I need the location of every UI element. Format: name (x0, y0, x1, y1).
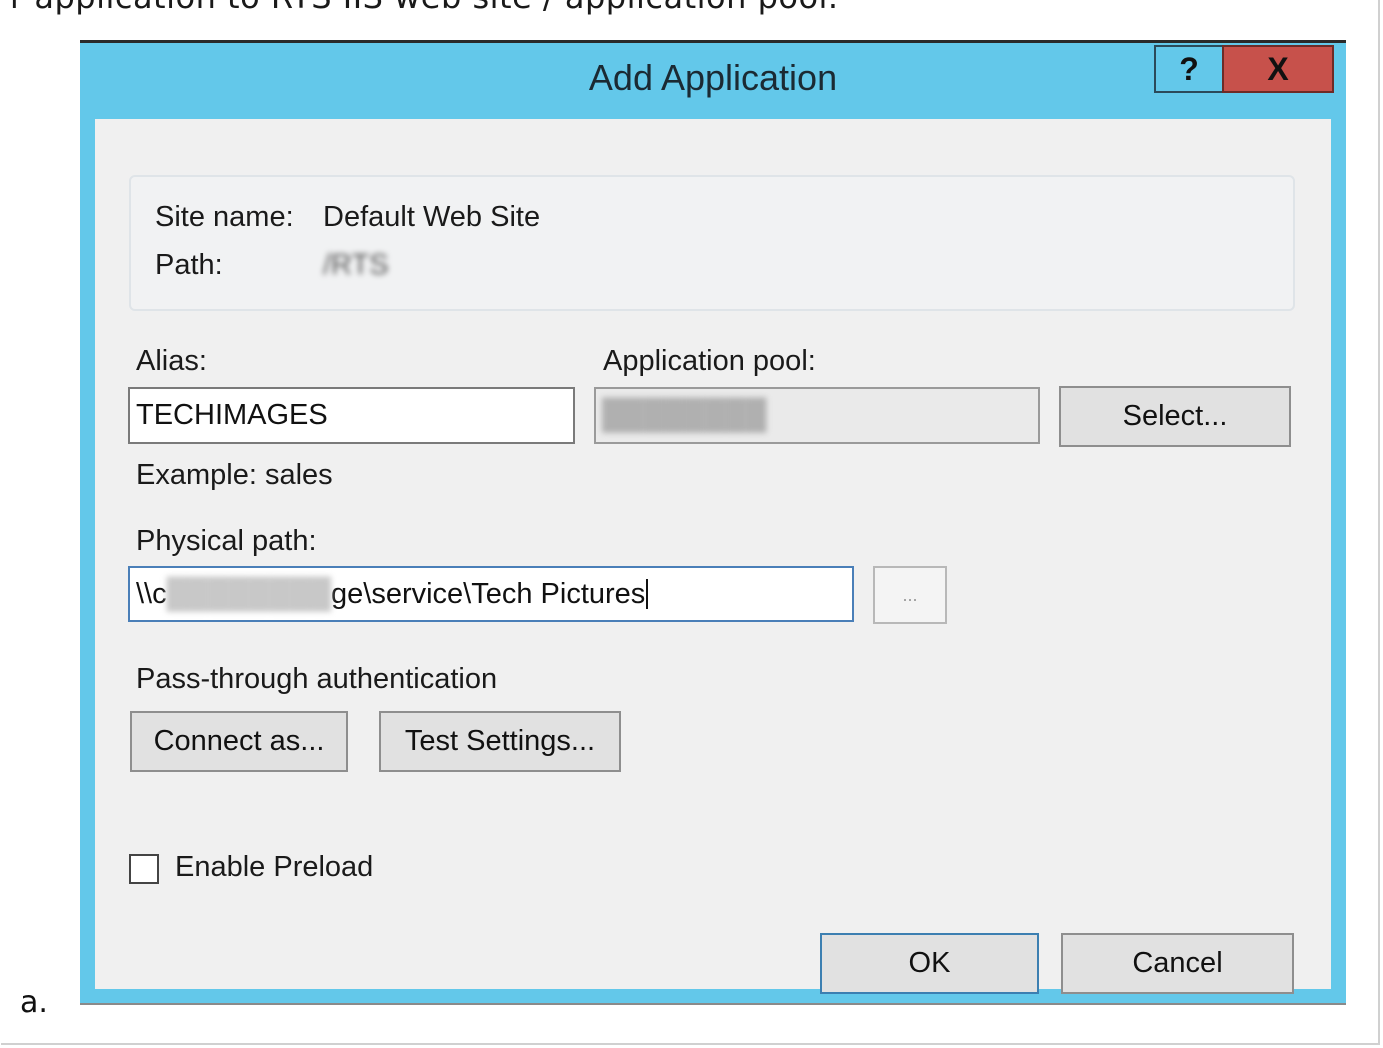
step-marker: a. (20, 985, 48, 1020)
test-settings-button[interactable]: Test Settings... (379, 711, 621, 772)
select-button[interactable]: Select... (1059, 386, 1291, 447)
alias-input-value: TECHIMAGES (136, 399, 328, 431)
physical-path-suffix: ge\service\Tech Pictures (331, 577, 646, 610)
enable-preload-checkbox[interactable] (129, 854, 159, 884)
help-button[interactable]: ? (1154, 45, 1222, 93)
help-icon: ? (1179, 50, 1199, 87)
instruction-text: r application to RTS IIS web site / appl… (10, 0, 839, 16)
pass-through-auth-label: Pass-through authentication (136, 663, 498, 695)
add-application-dialog: Add Application ? X Site name: Default W… (80, 40, 1346, 1005)
alias-label: Alias: (136, 345, 207, 377)
text-caret (646, 579, 649, 609)
dialog-bottom-edge (80, 1003, 1346, 1005)
enable-preload-label: Enable Preload (175, 851, 374, 883)
application-pool-label: Application pool: (603, 345, 816, 377)
physical-path-label: Physical path: (136, 525, 317, 557)
site-name-label: Site name: (155, 201, 294, 233)
site-info-box: Site name: Default Web Site Path: /RTS (129, 175, 1295, 311)
browse-button[interactable]: ... (873, 566, 947, 624)
application-pool-value: ████████ (602, 399, 767, 431)
physical-path-hidden: ████████ (166, 577, 331, 610)
site-name-value: Default Web Site (323, 201, 541, 233)
close-icon: X (1267, 50, 1289, 87)
alias-example-text: Example: sales (136, 459, 333, 491)
close-button[interactable]: X (1222, 45, 1334, 93)
alias-input[interactable]: TECHIMAGES (128, 387, 575, 444)
application-pool-field: ████████ (594, 387, 1040, 444)
physical-path-input[interactable]: \\c ████████ ge\service\Tech Pictures (128, 566, 854, 622)
path-label: Path: (155, 249, 223, 281)
dialog-client-area: Site name: Default Web Site Path: /RTS A… (95, 119, 1331, 994)
path-value: /RTS (323, 249, 389, 281)
connect-as-button[interactable]: Connect as... (130, 711, 348, 772)
physical-path-prefix: \\c (136, 577, 167, 610)
cancel-button[interactable]: Cancel (1061, 933, 1294, 994)
ok-button[interactable]: OK (820, 933, 1039, 994)
